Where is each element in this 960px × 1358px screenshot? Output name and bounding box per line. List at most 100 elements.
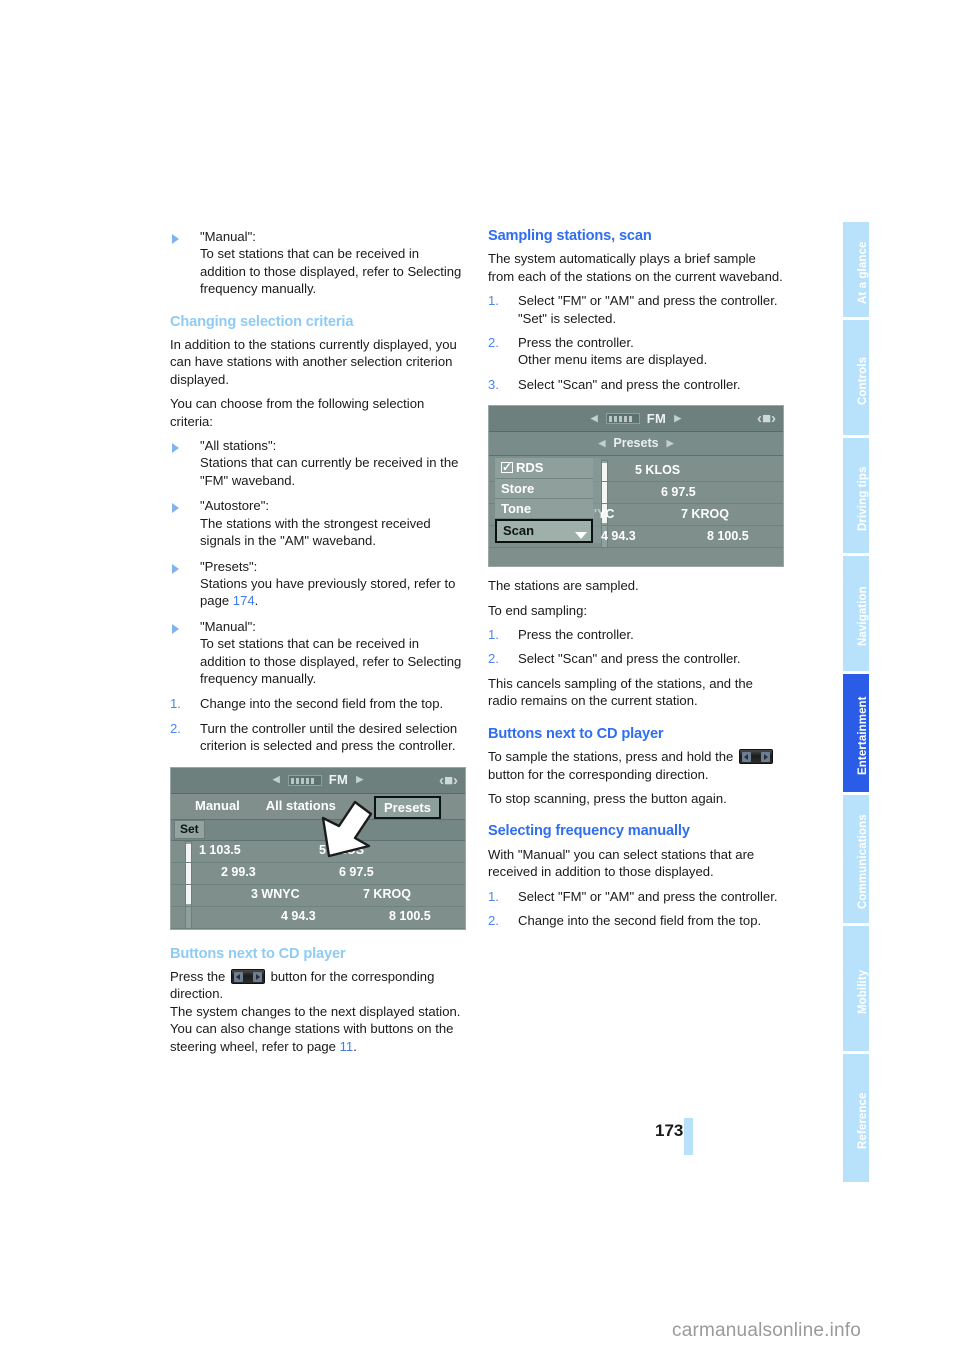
band-label: FM [328,772,349,788]
scan-step-2: 2. Press the controller. Other menu item… [488,334,784,369]
sidebar-tab-communications[interactable]: Communications [843,795,869,923]
page-reference-link[interactable]: 11 [340,1039,354,1054]
paragraph-changing-1: In addition to the stations currently di… [170,337,457,387]
sidebar-tab-mobility[interactable]: Mobility [843,926,869,1051]
dropdown-item-scan-selected[interactable]: Scan [495,519,593,543]
steering-text-pre: You can also change stations with button… [170,1021,454,1054]
step-number: 2. [488,335,499,351]
criteria-body: To set stations that can be received in … [200,636,462,686]
figure-selection-tab-row: Manual All stations Presets [171,793,465,820]
sidebar-tab-reference[interactable]: Reference [843,1054,869,1182]
step-number: 2. [488,651,499,667]
step-text: Change into the second field from the to… [200,696,444,712]
preset-right: 8 100.5 [707,529,749,544]
band-label: FM [646,411,667,427]
paragraph-to-end-sampling: To end sampling: [488,602,587,618]
cd-seek-button-icon [230,968,265,984]
preset-right: 7 KROQ [363,887,411,902]
right-arrow-icon: ▶ [666,438,674,449]
criteria-title: "Presets": [200,558,258,574]
step-turn-controller: 2. Turn the controller until the desired… [170,720,466,755]
step-number: 3. [488,376,499,392]
figure-set-bar: Set [171,819,465,841]
step-number: 1. [170,696,181,712]
right-column: Sampling stations, scan The system autom… [488,228,784,936]
paragraph-sampling-intro: The system automatically plays a brief s… [488,251,783,284]
figure-subtitle-presets: ◀ Presets ▶ [489,432,783,457]
step-change-field: 1. Change into the second field from the… [170,695,466,712]
preset-right: 6 97.5 [661,485,696,500]
checkbox-checked-icon[interactable] [501,459,513,477]
triangle-bullet-icon [172,620,182,634]
page-number: 173 [655,1121,684,1140]
criteria-title: "Manual": [200,618,256,634]
criteria-title: "Autostore": [200,498,269,514]
preset-right: 5 KLOS [635,463,681,478]
step-line-1: Select "Scan" and press the controller. [518,376,741,392]
heading-changing-selection-criteria: Changing selection criteria [170,313,354,330]
criteria-item-autostore: "Autostore": The stations with the stron… [170,497,466,549]
figure-set-label[interactable]: Set [174,819,205,840]
step-line-1: Select "FM" or "AM" and press the contro… [518,293,778,309]
paragraph-stop-scanning: To stop scanning, press the button again… [488,790,727,806]
figure-presets-list: 1 103.5 5 KLOS 2 99.3 6 97.5 3 WNYC 7 KR… [171,840,465,929]
triangle-bullet-icon [172,499,182,514]
preset-left: 3 WNYC [251,887,300,902]
page-reference-link[interactable]: 174 [233,593,255,608]
sample-text-pre: To sample the stations, press and hold t… [488,749,737,765]
left-arrow-icon: ◀ [590,413,598,424]
figure-preset-row: 4 94.3 8 100.5 [171,907,465,929]
preset-right: 8 100.5 [389,909,431,924]
step-number: 1. [488,888,499,904]
right-arrow-icon: ▶ [356,774,364,785]
step-line-2: "Set" is selected. [518,310,617,326]
manual-page: "Manual": To set stations that can be re… [0,0,960,1358]
chevron-down-icon [575,531,587,539]
criteria-list: "All stations": Stations that can curren… [170,437,466,687]
triangle-bullet-icon [172,560,182,574]
sidebar-tab-controls[interactable]: Controls [843,320,869,435]
dropdown-item-tone[interactable]: Tone [495,499,593,520]
preset-right: 6 97.5 [339,865,374,880]
step-line-1: Press the controller. [518,335,634,351]
step-text: Press the controller. [518,627,634,643]
figure-scan-dropdown-menu[interactable]: RDS Store Tone Scan [495,458,601,543]
page-number-marker-bar [684,1118,693,1155]
figure-header-band-bar: ◀ FM ▶ ‹■› [489,406,783,433]
preset-left: 1 103.5 [199,843,241,858]
dropdown-item-label: Tone [501,501,532,517]
heading-buttons-next-to-cd-player-right: Buttons next to CD player [488,725,664,742]
right-arrow-icon: ▶ [674,413,682,424]
manual-step-1: 1. Select "FM" or "AM" and press the con… [488,888,784,905]
scan-step-1: 1. Select "FM" or "AM" and press the con… [488,292,784,327]
step-text: Turn the controller until the desired se… [200,720,458,754]
sidebar-tab-entertainment[interactable]: Entertainment [843,674,869,792]
dropdown-item-store[interactable]: Store [495,478,593,500]
figure-tab-presets-selected[interactable]: Presets [374,795,441,819]
sidebar-tab-driving-tips[interactable]: Driving tips [843,438,869,553]
criteria-item-all-stations: "All stations": Stations that can curren… [170,437,466,489]
figure-tab-manual[interactable]: Manual [195,797,240,814]
heading-sampling-stations-scan: Sampling stations, scan [488,228,652,244]
paragraph-press-button: Press the button for the corresponding d… [170,968,466,1003]
criteria-body: Stations that can currently be received … [200,455,459,488]
navigation-corner-icon: ‹■› [439,771,459,789]
sidebar-tab-at-a-glance[interactable]: At a glance [843,222,869,317]
bullet-manual-intro: "Manual": To set stations that can be re… [170,228,466,298]
figure-header-band-bar: ◀ FM ▶ ‹■› [171,767,465,794]
figure-preset-row: 1 103.5 5 KLOS [171,841,465,863]
paragraph-sample-press-hold: To sample the stations, press and hold t… [488,748,784,783]
triangle-bullet-icon [172,230,182,244]
figure-preset-row: 3 WNYC 7 KROQ [171,885,465,907]
step-number: 2. [488,912,499,928]
step-number: 1. [488,293,499,309]
signal-strength-icon [287,774,322,786]
criteria-item-manual: "Manual": To set stations that can be re… [170,618,466,688]
dropdown-item-rds[interactable]: RDS [495,458,593,479]
dropdown-item-label: Store [501,480,535,496]
left-column: "Manual": To set stations that can be re… [170,228,466,1055]
cd-seek-button-icon [738,749,773,765]
figure-preset-row: 2 99.3 6 97.5 [171,863,465,885]
sidebar-tab-navigation[interactable]: Navigation [843,556,869,671]
end-step-2: 2. Select "Scan" and press the controlle… [488,650,784,667]
